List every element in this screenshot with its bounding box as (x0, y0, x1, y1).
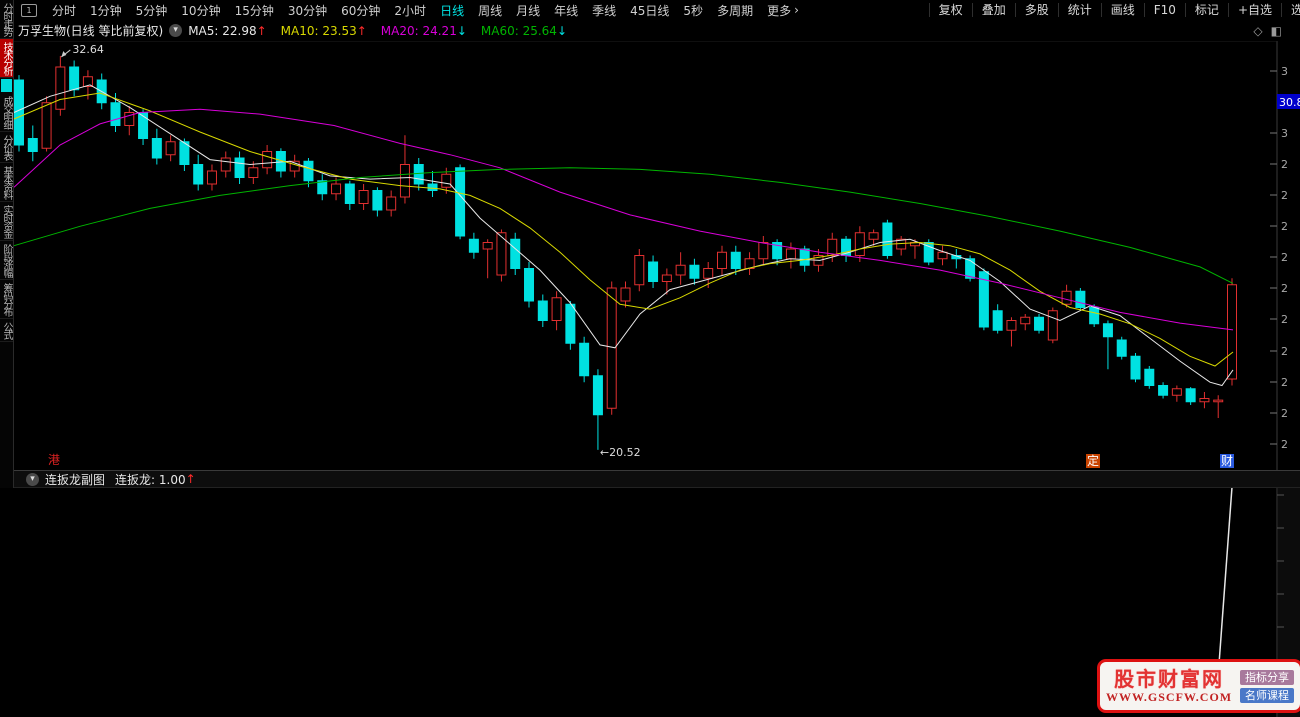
up-arrow-icon: ↑ (356, 23, 367, 38)
period-tab-1分钟[interactable]: 1分钟 (83, 4, 129, 18)
left-sidebar: 分时走势 技术分析成交明细 分价表 基本资料 实时资金 阶段涨幅 筹码分布 公式 (0, 0, 14, 488)
down-arrow-icon: ↓ (456, 23, 467, 38)
period-toolbar: 1 分时 1分钟 5分钟 10分钟 15分钟 30分钟 60分钟 2小时 日线 周线 月线 年线 季线 4… (13, 0, 1300, 21)
svg-text:3: 3 (1281, 127, 1288, 140)
period-tab-30分钟[interactable]: 30分钟 (281, 4, 334, 18)
toolbar-button-F10[interactable]: F10 (1143, 3, 1185, 17)
period-tab-15分钟[interactable]: 15分钟 (228, 4, 281, 18)
period-tab-5秒[interactable]: 5秒 (676, 4, 710, 18)
period-tab-2小时[interactable]: 2小时 (387, 4, 433, 18)
sub-indicator-name[interactable]: 连扳龙副图 (45, 471, 105, 488)
period-tab-45日线[interactable]: 45日线 (623, 4, 676, 18)
period-tab-周线[interactable]: 周线 (471, 4, 509, 18)
sidebar-item-公式[interactable]: 公式 (0, 319, 13, 342)
ma-label-4: MA60: 25.64↓ (480, 23, 567, 38)
svg-text:2: 2 (1281, 376, 1288, 389)
sidebar-item-实时资金[interactable]: 实时资金 (0, 202, 13, 241)
period-tab-5分钟[interactable]: 5分钟 (129, 4, 175, 18)
down-arrow-icon: ↓ (556, 23, 567, 38)
period-tab-季线[interactable]: 季线 (585, 4, 623, 18)
sidebar-item-成交明细[interactable]: 成交明细 (0, 93, 13, 132)
toolbar-right-buttons: 复权叠加多股统计画线F10标记+自选选 (928, 0, 1300, 20)
main-candlestick-chart[interactable]: 3 3 2 2 2 2 2 2 2 2 2 2 30.8 32.64 ←20.52 (0, 0, 1300, 717)
svg-text:2: 2 (1281, 220, 1288, 233)
svg-text:2: 2 (1281, 345, 1288, 358)
period-tab-月线[interactable]: 月线 (509, 4, 547, 18)
diamond-tool-icon[interactable]: ◇ (1253, 24, 1262, 38)
svg-text:2: 2 (1281, 158, 1288, 171)
ma-label-3: MA20: 24.21↓ (380, 23, 467, 38)
ma-label-1: MA5: 22.98↑ (188, 23, 267, 38)
period-tab-年线[interactable]: 年线 (547, 4, 585, 18)
stock-title: 万孚生物(日线 等比前复权) (18, 24, 164, 38)
toolbar-button-叠加[interactable]: 叠加 (971, 3, 1015, 17)
toolbar-button-多股[interactable]: 多股 (1014, 3, 1058, 17)
watermark-url: WWW.GSCFW.COM (1106, 689, 1233, 704)
svg-text:2: 2 (1281, 438, 1288, 451)
up-arrow-icon: ↑ (185, 472, 196, 486)
sidebar-item-分时走势[interactable]: 分时走势 (0, 0, 13, 39)
watermark-box: 股市财富网 WWW.GSCFW.COM 指标分享 名师课程 (1097, 659, 1300, 713)
ma-legend: MA5: 22.98↑ MA10: 23.53↑ MA20: 24.21↓ MA60:… (188, 24, 581, 38)
svg-text:2: 2 (1281, 407, 1288, 420)
chevron-down-icon[interactable]: ▾ (169, 24, 183, 37)
watermark-site-name: 股市财富网 (1114, 666, 1225, 691)
period-tab-多周期[interactable]: 多周期 (710, 4, 760, 18)
toolbar-button-clipped[interactable]: 选 (1281, 3, 1300, 17)
svg-text:2: 2 (1281, 251, 1288, 264)
toolbar-button-+自选[interactable]: +自选 (1227, 3, 1281, 17)
market-marker-hk: 港 (48, 453, 61, 467)
stock-info-bar: 万孚生物(日线 等比前复权) ▾ MA5: 22.98↑ MA10: 23.53↑… (13, 20, 1300, 41)
sidebar-item-基本资料[interactable]: 基本资料 (0, 163, 13, 202)
svg-text:2: 2 (1281, 189, 1288, 202)
sidebar-item-技术分析[interactable]: 技术分析 (0, 39, 13, 78)
period-tabs: 分时 1分钟 5分钟 10分钟 15分钟 30分钟 60分钟 2小时 日线 周线 月线 年线 季线 45日… (45, 2, 798, 19)
period-tab-日线[interactable]: 日线 (433, 4, 471, 18)
chevron-down-icon[interactable]: ▾ (26, 472, 39, 486)
toolbar-button-画线[interactable]: 画线 (1100, 3, 1144, 17)
sidebar-cyan-indicator (1, 79, 12, 92)
sidebar-item-阶段涨幅[interactable]: 阶段涨幅 (0, 241, 13, 280)
sidebar-item-筹码分布[interactable]: 筹码分布 (0, 280, 13, 319)
watermark-badges: 指标分享 名师课程 (1240, 669, 1294, 703)
watermark-site: 股市财富网 WWW.GSCFW.COM (1106, 668, 1232, 705)
period-tab-分时[interactable]: 分时 (45, 4, 83, 18)
svg-text:2: 2 (1281, 282, 1288, 295)
sidebar-item-分价表[interactable]: 分价表 (0, 132, 13, 163)
badge-teacher-course: 名师课程 (1240, 687, 1294, 703)
infobar-right-icons: ◇ ◧ (1253, 24, 1282, 38)
svg-text:←20.52: ←20.52 (600, 446, 641, 459)
ma-label-2: MA10: 23.53↑ (280, 23, 367, 38)
toolbar-button-复权[interactable]: 复权 (928, 3, 972, 17)
svg-text:30.8: 30.8 (1279, 96, 1300, 109)
toolbar-button-统计[interactable]: 统计 (1057, 3, 1101, 17)
marker-cai-badge: 财 (1220, 454, 1235, 468)
sub-indicator-header: ▾ 连扳龙副图 连扳龙: 1.00 ↑ (13, 470, 1300, 488)
up-arrow-icon: ↑ (256, 23, 267, 38)
window-layout-icon[interactable]: 1 (21, 3, 37, 17)
period-tab-10分钟[interactable]: 10分钟 (174, 4, 227, 18)
marker-ding-badge: 定 (1086, 454, 1101, 468)
svg-text:32.64: 32.64 (72, 43, 104, 56)
sub-indicator-value: 连扳龙: 1.00 (115, 472, 186, 487)
period-tab-更多[interactable]: 更多 (760, 4, 798, 18)
svg-text:2: 2 (1281, 313, 1288, 326)
badge-indicator-share: 指标分享 (1240, 669, 1294, 685)
layout-split-icon[interactable]: ◧ (1271, 24, 1282, 38)
toolbar-button-标记[interactable]: 标记 (1184, 3, 1228, 17)
period-tab-60分钟[interactable]: 60分钟 (334, 4, 387, 18)
trading-terminal-window: 3 3 2 2 2 2 2 2 2 2 2 2 30.8 32.64 ←20.52 1 分时1分钟5分钟10… (0, 0, 1300, 717)
more-arrow-icon: › (794, 3, 799, 17)
svg-text:3: 3 (1281, 65, 1288, 78)
